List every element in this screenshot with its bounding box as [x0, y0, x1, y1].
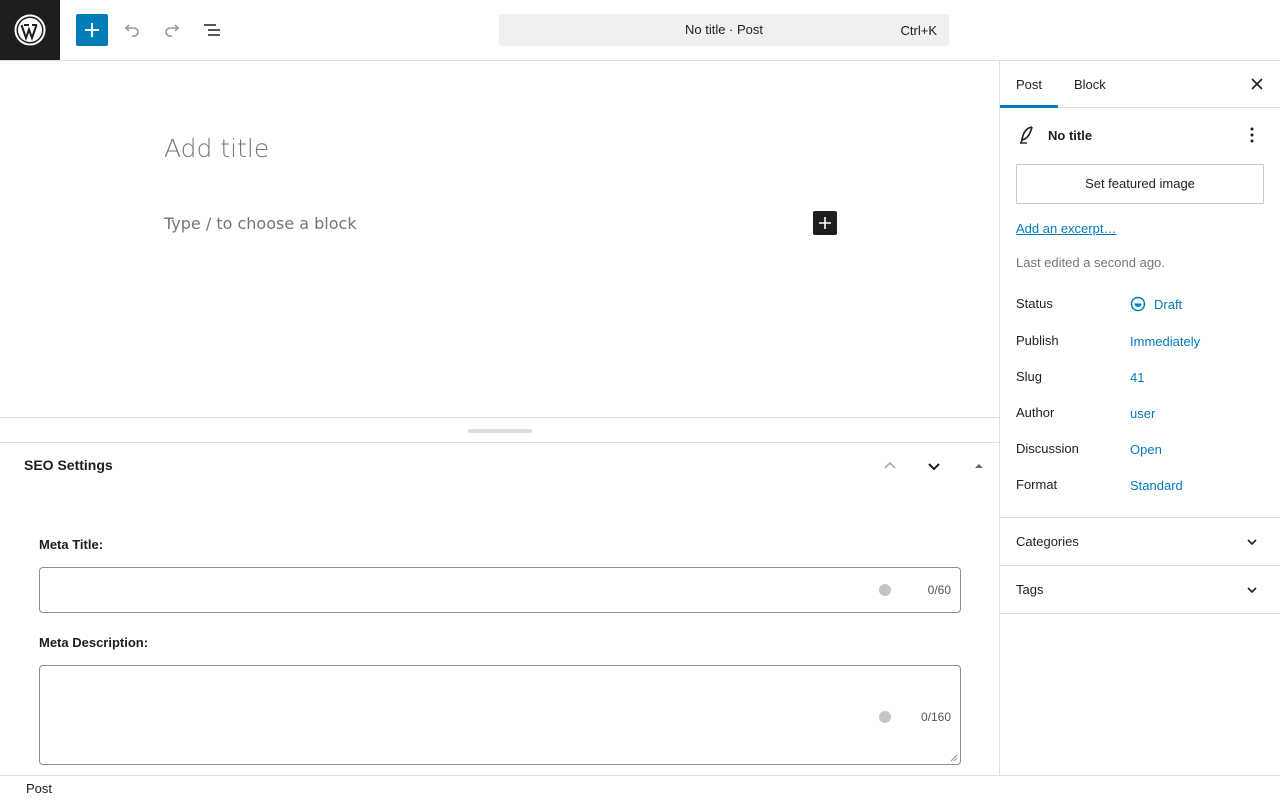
metabox-resize-area — [0, 417, 999, 443]
resize-handle[interactable] — [468, 429, 532, 433]
chevron-up-icon — [884, 461, 896, 469]
discussion-value[interactable]: Open — [1130, 442, 1162, 457]
format-value[interactable]: Standard — [1130, 478, 1183, 493]
feather-icon — [1020, 126, 1033, 144]
sidebar-tabs: Post Block — [1000, 61, 1280, 108]
post-title-input[interactable]: Add title — [164, 134, 269, 163]
tags-panel-toggle[interactable]: Tags — [1000, 566, 1280, 613]
categories-chevron — [1244, 534, 1260, 550]
more-vertical-icon — [1250, 127, 1254, 143]
editor-canvas[interactable]: Add title Type / to choose a block — [0, 61, 999, 418]
set-featured-image-button[interactable]: Set featured image — [1016, 164, 1264, 204]
triangle-up-icon — [975, 464, 983, 468]
tags-panel-title: Tags — [1016, 582, 1044, 597]
add-block-button[interactable] — [76, 14, 108, 46]
close-icon — [1251, 78, 1263, 90]
document-overview-button[interactable] — [196, 14, 228, 46]
status-label: Status — [1016, 296, 1053, 311]
meta-title-field[interactable]: 0/60 — [39, 567, 961, 613]
block-breadcrumb[interactable]: Post — [26, 781, 52, 796]
settings-sidebar: Post Block No title Set featured image A… — [999, 61, 1280, 775]
author-label: Author — [1016, 405, 1055, 420]
post-summary-title: No title — [1048, 128, 1093, 143]
slug-value[interactable]: 41 — [1130, 370, 1144, 385]
redo-button[interactable] — [156, 14, 188, 46]
publish-label: Publish — [1016, 333, 1059, 348]
tab-block[interactable]: Block — [1074, 61, 1106, 108]
author-value[interactable]: user — [1130, 406, 1155, 421]
chevron-down-icon — [928, 463, 940, 471]
chevron-down-icon — [1247, 539, 1257, 546]
wordpress-logo-button[interactable] — [0, 0, 60, 60]
plus-icon — [819, 217, 831, 229]
wordpress-logo-icon — [14, 14, 46, 46]
move-down-button[interactable] — [922, 454, 946, 478]
discussion-label: Discussion — [1016, 441, 1079, 456]
meta-description-label: Meta Description: — [39, 635, 149, 650]
undo-icon — [124, 24, 139, 37]
seo-settings-header: SEO Settings — [0, 443, 999, 487]
divider — [1000, 613, 1280, 614]
close-sidebar-button[interactable] — [1248, 75, 1266, 93]
redo-icon — [165, 24, 180, 37]
resize-grip-icon[interactable] — [950, 754, 958, 762]
move-up-button[interactable] — [878, 454, 902, 478]
document-title: No title · Post — [684, 22, 764, 37]
draft-status-icon — [1130, 296, 1146, 312]
add-excerpt-link[interactable]: Add an excerpt… — [1016, 221, 1116, 236]
publish-value[interactable]: Immediately — [1130, 334, 1200, 349]
seo-status-dot — [879, 711, 891, 723]
toggle-panel-button[interactable] — [967, 454, 991, 478]
plus-icon — [85, 23, 99, 37]
post-actions-button[interactable] — [1246, 125, 1258, 145]
slug-label: Slug — [1016, 369, 1043, 384]
categories-panel-title: Categories — [1016, 534, 1079, 549]
seo-panel-title: SEO Settings — [24, 457, 113, 473]
inline-add-block-button[interactable] — [813, 211, 837, 235]
status-value[interactable]: Draft — [1154, 297, 1182, 312]
active-tab-indicator — [1000, 105, 1058, 108]
block-placeholder[interactable]: Type / to choose a block — [164, 214, 357, 233]
command-shortcut: Ctrl+K — [900, 23, 937, 38]
meta-description-counter: 0/160 — [920, 710, 951, 724]
categories-panel-toggle[interactable]: Categories — [1000, 518, 1280, 565]
undo-button[interactable] — [116, 14, 148, 46]
format-label: Format — [1016, 477, 1058, 492]
chevron-down-icon — [1247, 587, 1257, 594]
command-palette-bar[interactable]: No title · Post Ctrl+K — [499, 14, 949, 46]
last-edited-text: Last edited a second ago. — [1016, 255, 1165, 270]
meta-description-field[interactable]: 0/160 — [39, 665, 961, 765]
meta-title-label: Meta Title: — [39, 537, 104, 552]
editor-header: No title · Post Ctrl+K — [0, 0, 1280, 61]
tags-chevron — [1244, 582, 1260, 598]
editor-footer: Post — [0, 775, 1280, 800]
seo-status-dot — [879, 584, 891, 596]
list-view-icon — [204, 24, 220, 36]
meta-title-counter: 0/60 — [927, 583, 951, 597]
tab-post[interactable]: Post — [1016, 61, 1042, 108]
